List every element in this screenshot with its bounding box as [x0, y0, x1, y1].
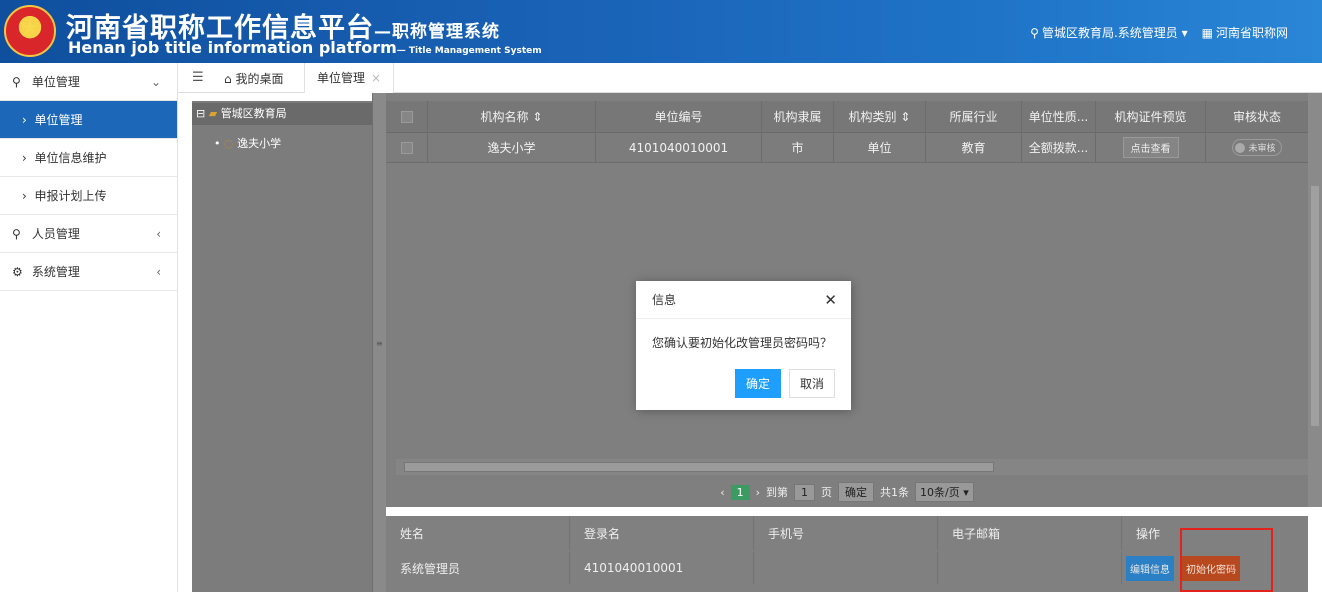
grip-icon: ≡ — [376, 339, 383, 348]
national-emblem-icon: ★ — [4, 5, 56, 57]
table-row: 系统管理员 4101040010001 编辑信息 初始化密码 — [386, 552, 1308, 584]
col-phone: 手机号 — [754, 516, 938, 550]
col-login: 登录名 — [570, 516, 754, 550]
grid-icon: ▦ — [1201, 26, 1213, 40]
cell-status: 未审核 — [1206, 133, 1308, 162]
folder-icon: ▰ — [208, 107, 218, 120]
cell-industry: 教育 — [926, 133, 1022, 162]
user-icon: ⚲ — [12, 227, 21, 241]
goto-page-input[interactable]: 1 — [794, 483, 816, 501]
page-number[interactable]: 1 — [730, 484, 750, 500]
cell-login: 4101040010001 — [570, 552, 754, 584]
col-affiliation: 机构隶属 — [762, 101, 834, 132]
sidebar-item-plan-upload[interactable]: › 申报计划上传 — [0, 177, 177, 215]
goto-label: 到第 — [766, 486, 789, 499]
select-all-checkbox[interactable] — [386, 101, 428, 132]
org-tree: ⊟ ▰ 管城区教育局 • ◌ 逸夫小学 — [192, 101, 372, 592]
pagination: ‹ 1 › 到第 1 页 确定 共1条 10条/页 ▾ — [386, 478, 1308, 506]
cell-license: 点击查看 — [1096, 133, 1206, 162]
view-license-button[interactable]: 点击查看 — [1122, 137, 1179, 158]
table-row[interactable]: 逸夫小学 4101040010001 市 单位 教育 全额拨款... 点击查看 … — [386, 133, 1308, 163]
leaf-icon: ◌ — [224, 137, 234, 150]
sidebar-group-personnel[interactable]: ⚲ 人员管理 ‹ — [0, 215, 177, 253]
col-person-name: 姓名 — [386, 516, 570, 550]
sidebar-group-system[interactable]: ⚙ 系统管理 ‹ — [0, 253, 177, 291]
tree-node-root[interactable]: ⊟ ▰ 管城区教育局 — [192, 103, 372, 125]
col-nature: 单位性质... — [1022, 101, 1096, 132]
col-email: 电子邮箱 — [938, 516, 1122, 550]
sidebar: ⚲ 单位管理 ⌄ › 单位管理 › 单位信息维护 › 申报计划上传 ⚲ 人员管理 ‹… — [0, 63, 178, 592]
chevron-down-icon: ⌄ — [150, 75, 161, 89]
goto-confirm-button[interactable]: 确定 — [838, 482, 875, 502]
col-category[interactable]: 机构类别 ⇕ — [834, 101, 926, 132]
gear-icon: ⚙ — [12, 265, 23, 279]
col-license: 机构证件预览 — [1096, 101, 1206, 132]
cell-email — [938, 552, 1122, 584]
chevron-left-icon: ‹ — [156, 265, 161, 279]
total-count: 共1条 — [880, 486, 910, 499]
page-unit-label: 页 — [821, 486, 833, 499]
col-code: 单位编号 — [596, 101, 762, 132]
panel-splitter[interactable]: ≡ — [372, 93, 386, 592]
horizontal-scrollbar[interactable] — [396, 459, 1308, 475]
site-link[interactable]: ▦ 河南省职称网 — [1202, 24, 1288, 41]
collapse-icon[interactable]: ⊟ — [196, 107, 205, 120]
status-toggle[interactable]: 未审核 — [1232, 139, 1282, 156]
tree-node-child[interactable]: • ◌ 逸夫小学 — [214, 135, 281, 151]
row-checkbox[interactable] — [386, 133, 428, 162]
user-icon: ⚲ — [12, 75, 21, 89]
dialog-title: 信息 ✕ — [636, 281, 851, 319]
col-industry: 所属行业 — [926, 101, 1022, 132]
col-name[interactable]: 机构名称 ⇕ — [428, 101, 596, 132]
caret-down-icon: ▾ — [1181, 26, 1188, 40]
menu-toggle-icon[interactable]: ☰ — [192, 70, 204, 85]
confirm-dialog: 信息 ✕ 您确认要初始化改管理员密码吗？ 确定 取消 — [636, 281, 851, 410]
home-icon: ⌂ — [224, 72, 232, 86]
cell-affiliation: 市 — [762, 133, 834, 162]
highlight-annotation — [1180, 528, 1273, 592]
user-menu[interactable]: ⚲ 管城区教育局.系统管理员 ▾ — [1030, 24, 1187, 41]
admin-table: 姓名 登录名 手机号 电子邮箱 操作 系统管理员 4101040010001 编… — [386, 516, 1308, 592]
dialog-message: 您确认要初始化改管理员密码吗？ — [652, 336, 833, 350]
cell-category: 单位 — [834, 133, 926, 162]
cell-name: 逸夫小学 — [428, 133, 596, 162]
cell-person-name: 系统管理员 — [386, 552, 570, 584]
close-icon[interactable]: ✕ — [824, 281, 837, 319]
col-status: 审核状态 — [1232, 110, 1281, 124]
edit-info-button[interactable]: 编辑信息 — [1126, 555, 1174, 581]
next-page-icon[interactable]: › — [756, 486, 760, 499]
cell-nature: 全额拨款... — [1022, 133, 1096, 162]
vertical-scrollbar[interactable] — [1308, 93, 1322, 507]
tab-bar: ☰ ⌂ 我的桌面 单位管理 × — [178, 63, 1322, 93]
chevron-left-icon: ‹ — [156, 227, 161, 241]
page-size-select[interactable]: 10条/页 ▾ — [915, 482, 974, 502]
admin-table-header: 姓名 登录名 手机号 电子邮箱 操作 — [386, 516, 1308, 550]
confirm-button[interactable]: 确定 — [734, 369, 781, 398]
close-icon[interactable]: × — [371, 71, 381, 85]
app-subtitle: Henan job title information platform— Ti… — [68, 38, 542, 57]
sidebar-group-unit[interactable]: ⚲ 单位管理 ⌄ — [0, 63, 177, 101]
tab-unit-management[interactable]: 单位管理 × — [304, 63, 395, 93]
cell-code: 4101040010001 — [596, 133, 762, 162]
user-icon: ⚲ — [1030, 26, 1039, 40]
prev-page-icon[interactable]: ‹ — [720, 486, 724, 499]
cell-phone — [754, 552, 938, 584]
grid-header: 机构名称 ⇕ 单位编号 机构隶属 机构类别 ⇕ 所属行业 单位性质... 机构证… — [386, 101, 1308, 133]
cancel-button[interactable]: 取消 — [788, 369, 835, 398]
sidebar-item-unit-management[interactable]: › 单位管理 — [0, 101, 177, 139]
sidebar-item-unit-info[interactable]: › 单位信息维护 — [0, 139, 177, 177]
top-header: ★ 河南省职称工作信息平台—职称管理系统 Henan job title inf… — [0, 0, 1322, 63]
tab-home[interactable]: ⌂ 我的桌面 — [224, 70, 283, 87]
